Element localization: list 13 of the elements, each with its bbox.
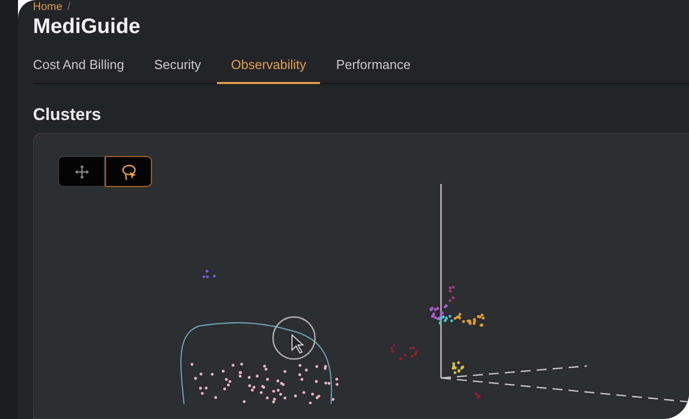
section-title: Clusters: [33, 105, 102, 125]
breadcrumb-link[interactable]: Home: [33, 1, 62, 13]
lasso-icon: [120, 162, 138, 180]
move-arrows-icon: [74, 164, 90, 180]
page-title: MediGuide: [33, 15, 142, 39]
lasso-tool-button[interactable]: [105, 156, 152, 187]
cursor-icon: [272, 316, 316, 360]
tab[interactable]: Performance: [322, 53, 425, 84]
tab[interactable]: Security: [140, 53, 216, 84]
breadcrumb-separator: /: [67, 1, 70, 13]
tab[interactable]: Observability: [217, 53, 320, 84]
tab[interactable]: Cost And Billing: [33, 53, 138, 84]
pan-tool-button[interactable]: [58, 156, 105, 187]
